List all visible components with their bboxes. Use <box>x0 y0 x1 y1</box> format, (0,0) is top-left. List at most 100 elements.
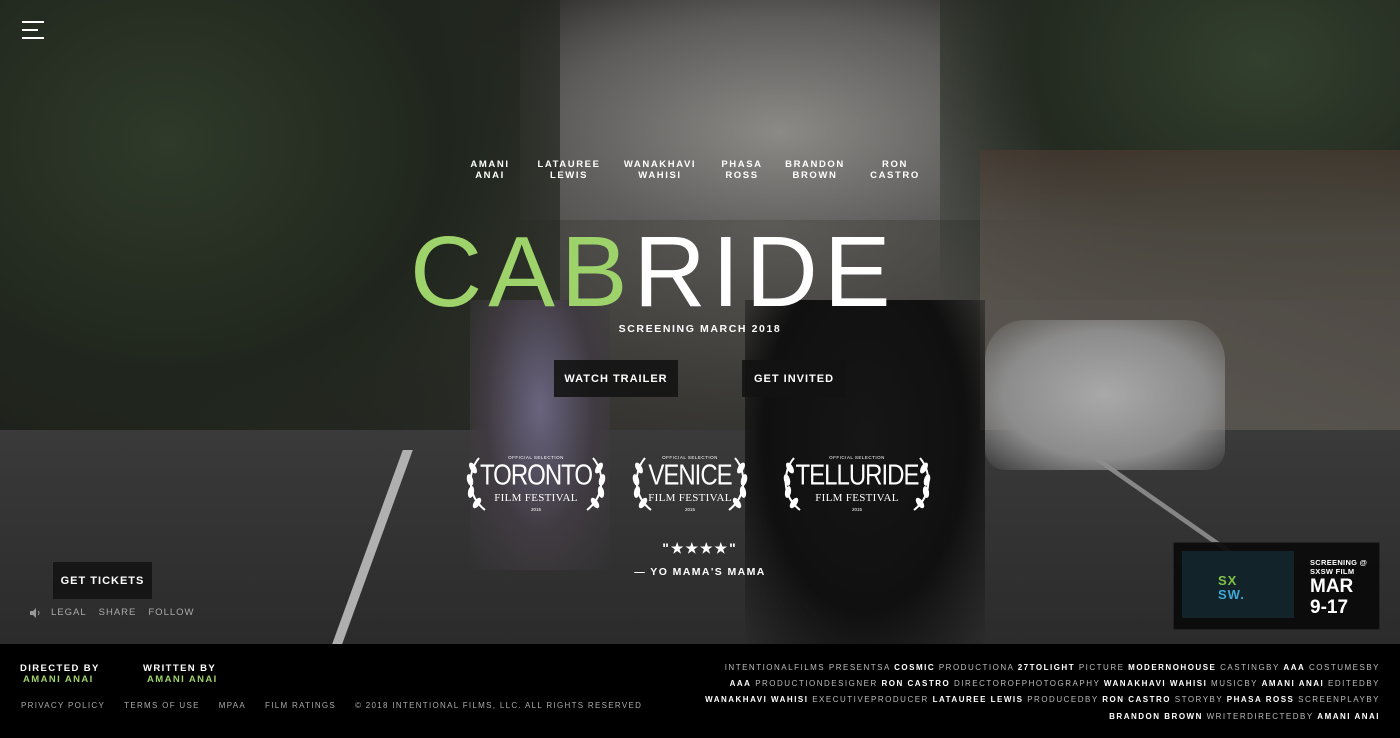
cast-last-name: ROSS <box>725 169 759 181</box>
written-by-block: WRITTEN BY AMANI ANAI <box>143 663 218 685</box>
cast-first-name: PHASA <box>721 159 763 170</box>
cast-list: AMANI ANAI LATAUREE LEWIS WANAKHAVI WAHI… <box>470 159 950 181</box>
sxsw-logo-line1: SX <box>1218 573 1238 588</box>
cast-member: RON CASTRO <box>868 159 922 181</box>
film-title-main: RIDE <box>633 216 897 328</box>
privacy-policy-link[interactable]: PRIVACY POLICY <box>21 701 105 710</box>
directed-by-name: AMANI ANAI <box>23 674 94 685</box>
laurel-year: 2015 <box>851 507 862 512</box>
cast-member: WANAKHAVI WAHISI <box>622 159 698 181</box>
sxsw-screening-line1: SCREENING @ <box>1310 558 1368 567</box>
scooter-backdrop <box>470 300 610 570</box>
sxsw-screening-label: SCREENING @ SXSW FILM <box>1310 558 1367 576</box>
written-by-name: AMANI ANAI <box>147 674 218 685</box>
laurel-festival-name: VENICE <box>648 459 732 492</box>
laurel-year: 2015 <box>684 507 695 512</box>
share-link[interactable]: SHARE <box>99 607 137 618</box>
follow-link[interactable]: FOLLOW <box>148 607 194 618</box>
get-invited-button[interactable]: GET INVITED <box>742 360 846 397</box>
sxsw-logo-line2: SW. <box>1218 587 1245 602</box>
screening-date: SCREENING MARCH 2018 <box>618 323 782 335</box>
credit-role: PRODUCTIONA <box>935 663 1018 672</box>
film-title: CABRIDE <box>410 222 990 322</box>
sxsw-screening-card[interactable]: SX SW. SCREENING @ SXSW FILM MAR 9-17 <box>1173 542 1380 630</box>
review-quote: "★★★★" — YO MAMA'S MAMA <box>600 540 800 578</box>
review-stars: "★★★★" <box>662 540 738 556</box>
credit-name: WANAKHAVI WAHISI <box>705 695 809 705</box>
credit-name: PHASA ROSS <box>1226 695 1295 705</box>
credit-name: RON CASTRO <box>1102 695 1172 705</box>
credit-role: STORYBY <box>1171 695 1227 705</box>
credit-role: PRODUCTIONDESIGNER <box>751 679 882 689</box>
terms-of-use-link[interactable]: TERMS OF USE <box>124 701 200 710</box>
cast-first-name: WANAKHAVI <box>623 159 697 170</box>
credit-role: PICTURE <box>1075 663 1129 672</box>
laurel-festival-name: TELLURIDE <box>795 459 919 492</box>
credit-name: RON CASTRO <box>881 679 951 689</box>
billing-block-credits: INTENTIONALFILMS PRESENTSA COSMIC PRODUC… <box>700 660 1380 725</box>
cast-first-name: BRANDON <box>785 159 845 170</box>
credit-name: LATAUREE LEWIS <box>932 695 1024 705</box>
footer: DIRECTED BY AMANI ANAI WRITTEN BY AMANI … <box>0 644 1400 738</box>
watch-trailer-button[interactable]: WATCH TRAILER <box>554 360 678 397</box>
sound-icon[interactable] <box>30 607 42 618</box>
credit-role: EDITEDBY <box>1324 679 1380 689</box>
credit-name: AMANI ANAI <box>1317 711 1380 721</box>
film-ratings-link[interactable]: FILM RATINGS <box>265 701 336 710</box>
cast-member: PHASA ROSS <box>720 159 764 181</box>
credit-name: AAA <box>729 679 752 689</box>
credit-role: PRODUCEDBY <box>1023 695 1103 705</box>
credit-role: DIRECTOROFPHOTOGRAPHY <box>950 679 1104 689</box>
cast-last-name: LEWIS <box>549 169 589 181</box>
sxsw-logo: SX SW. <box>1182 551 1294 618</box>
credit-name: 27TOLIGHT <box>1017 663 1076 672</box>
credit-name: COSMIC <box>894 663 936 672</box>
cast-first-name: LATAUREE <box>537 159 601 170</box>
sxsw-days: 9-17 <box>1310 597 1349 618</box>
sxsw-month: MAR <box>1310 576 1354 597</box>
cast-member: BRANDON BROWN <box>784 159 846 181</box>
written-by-label: WRITTEN BY <box>143 663 217 674</box>
cast-member: AMANI ANAI <box>470 159 510 181</box>
credit-role: INTENTIONALFILMS PRESENTSA <box>724 663 895 672</box>
credit-name: AAA <box>1283 663 1306 672</box>
cast-first-name: RON <box>882 159 908 170</box>
laurel-festival-label: FILM FESTIVAL <box>494 492 578 504</box>
laurel-telluride: OFFICIAL SELECTION TELLURIDE FILM FESTIV… <box>782 452 932 516</box>
laurel-toronto: OFFICIAL SELECTION TORONTO FILM FESTIVAL… <box>461 452 611 516</box>
credit-role: SCREENPLAYBY <box>1294 695 1380 705</box>
car-backdrop <box>985 320 1225 470</box>
credit-role: MUSICBY <box>1207 679 1262 689</box>
credit-role: COSTUMESBY <box>1305 663 1380 672</box>
credit-role: CASTINGBY <box>1216 663 1284 672</box>
laurel-venice: OFFICIAL SELECTION VENICE FILM FESTIVAL … <box>615 452 765 516</box>
credit-name: MODERNOHOUSE <box>1128 663 1217 672</box>
laurel-festival-label: FILM FESTIVAL <box>815 492 899 504</box>
directed-by-label: DIRECTED BY <box>20 663 100 674</box>
get-tickets-button[interactable]: GET TICKETS <box>53 562 152 599</box>
cast-first-name: AMANI <box>470 159 510 170</box>
directed-by-block: DIRECTED BY AMANI ANAI <box>20 663 100 685</box>
credit-name: WANAKHAVI WAHISI <box>1103 679 1208 689</box>
laurel-festival-label: FILM FESTIVAL <box>648 492 732 504</box>
cast-member: LATAUREE LEWIS <box>536 159 602 181</box>
credit-name: AMANI ANAI <box>1261 679 1325 689</box>
laurel-year: 2015 <box>530 507 541 512</box>
cast-last-name: CASTRO <box>870 169 920 181</box>
sxsw-screening-line2: SXSW FILM <box>1310 567 1355 576</box>
credit-role: EXECUTIVEPRODUCER <box>808 695 933 705</box>
laurel-festival-name: TORONTO <box>479 459 593 492</box>
credit-role: WRITERDIRECTEDBY <box>1202 711 1318 721</box>
copyright-text: © 2018 INTENTIONAL FILMS, LLC. ALL RIGHT… <box>355 701 643 710</box>
cast-last-name: ANAI <box>475 169 505 181</box>
legal-link[interactable]: LEGAL <box>51 607 87 618</box>
cast-last-name: WAHISI <box>638 169 682 181</box>
credit-name: BRANDON BROWN <box>1109 711 1203 721</box>
footer-links: PRIVACY POLICY TERMS OF USE MPAA FILM RA… <box>21 701 642 710</box>
hamburger-menu-icon[interactable] <box>22 21 44 39</box>
film-title-accent: CAB <box>410 216 634 328</box>
mpaa-link[interactable]: MPAA <box>219 701 246 710</box>
cast-last-name: BROWN <box>792 169 838 181</box>
review-source: — YO MAMA'S MAMA <box>634 566 766 578</box>
utility-links: LEGAL SHARE FOLLOW <box>30 607 207 618</box>
